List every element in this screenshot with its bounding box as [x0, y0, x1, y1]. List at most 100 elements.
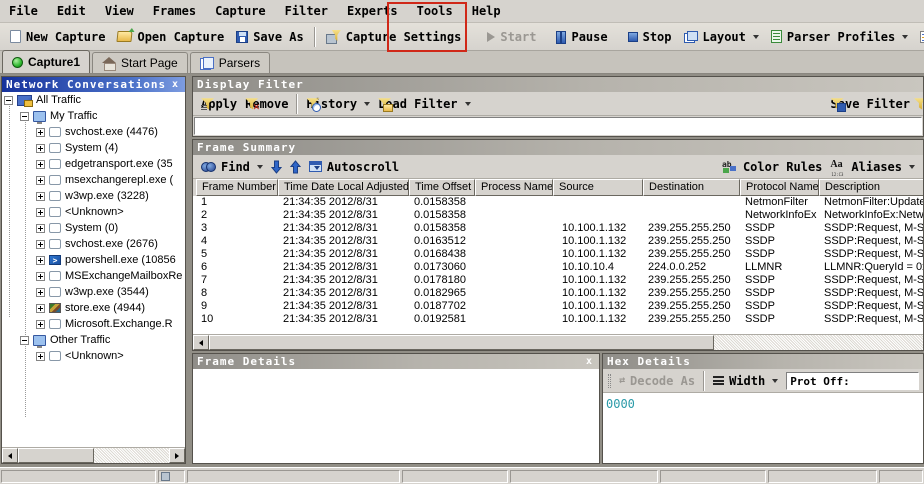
minus-expander-icon[interactable]	[20, 336, 29, 345]
tree-item[interactable]: w3wp.exe (3544)	[2, 284, 185, 300]
close-icon[interactable]: x	[170, 79, 181, 90]
frame-row[interactable]: 621:34:35 2012/8/310.017306010.10.10.422…	[196, 261, 923, 274]
tree-item[interactable]: store.exe (4944)	[2, 300, 185, 316]
frame-row[interactable]: 521:34:35 2012/8/310.016843810.100.1.132…	[196, 248, 923, 261]
plus-expander-icon[interactable]	[36, 288, 45, 297]
remove-filter-button[interactable]: Remove	[241, 95, 292, 113]
frame-summary-horizontal-scrollbar[interactable]	[193, 334, 923, 350]
scroll-thumb[interactable]	[209, 335, 714, 350]
save-as-button[interactable]: Save As	[230, 27, 310, 47]
autoscroll-button[interactable]: Autoscroll	[305, 158, 403, 176]
frame-row[interactable]: 921:34:35 2012/8/310.018770210.100.1.132…	[196, 300, 923, 313]
plus-expander-icon[interactable]	[36, 176, 45, 185]
column-header-protocol-name[interactable]: Protocol Name	[740, 179, 819, 196]
menu-view[interactable]: View	[99, 1, 140, 21]
pause-button[interactable]: Pause	[550, 27, 613, 47]
load-filter-button[interactable]: Load Filter	[374, 95, 474, 113]
save-filter-button[interactable]: Save Filter	[827, 95, 914, 113]
tab-parsers[interactable]: Parsers	[190, 52, 270, 73]
tree-item[interactable]: edgetransport.exe (35	[2, 156, 185, 172]
frame-row[interactable]: 821:34:35 2012/8/310.018296510.100.1.132…	[196, 287, 923, 300]
column-header-frame-number[interactable]: Frame Number	[196, 179, 278, 196]
apply-filter-button[interactable]: Apply	[197, 95, 241, 113]
scroll-left-button[interactable]	[193, 335, 209, 350]
menu-file[interactable]: File	[3, 1, 44, 21]
plus-expander-icon[interactable]	[36, 240, 45, 249]
plus-expander-icon[interactable]	[36, 208, 45, 217]
find-previous-button[interactable]	[286, 158, 305, 176]
plus-expander-icon[interactable]	[36, 192, 45, 201]
tree-item[interactable]: powershell.exe (10856	[2, 252, 185, 268]
frame-row[interactable]: 221:34:35 2012/8/310.0158358NetworkInfoE…	[196, 209, 923, 222]
plus-expander-icon[interactable]	[36, 272, 45, 281]
aliases-button[interactable]: Aliases	[826, 158, 919, 176]
scroll-track[interactable]	[714, 335, 923, 350]
tree-item[interactable]: System (4)	[2, 140, 185, 156]
width-button[interactable]: Width	[709, 372, 782, 390]
tree-item[interactable]: All Traffic	[2, 92, 185, 108]
column-header-time-offset[interactable]: Time Offset	[409, 179, 475, 196]
plus-expander-icon[interactable]	[36, 128, 45, 137]
tree-item[interactable]: svchost.exe (2676)	[2, 236, 185, 252]
tab-start-page[interactable]: Start Page	[92, 52, 188, 73]
column-header-process-name[interactable]: Process Name	[475, 179, 553, 196]
history-button[interactable]: History	[302, 95, 374, 113]
menu-capture[interactable]: Capture	[209, 1, 272, 21]
tree-item[interactable]: <Unknown>	[2, 204, 185, 220]
plus-expander-icon[interactable]	[36, 304, 45, 313]
options-button[interactable]: Options	[914, 27, 924, 47]
capture-settings-button[interactable]: Capture Settings	[320, 27, 468, 47]
frame-row[interactable]: 1021:34:35 2012/8/310.019258110.100.1.13…	[196, 313, 923, 326]
scroll-left-button[interactable]	[2, 448, 18, 463]
find-button[interactable]: Find	[197, 158, 267, 176]
column-header-time-date-local-adjusted[interactable]: Time Date Local Adjusted	[278, 179, 409, 196]
new-capture-button[interactable]: New Capture	[4, 27, 111, 47]
scroll-track[interactable]	[94, 448, 169, 463]
tree-item[interactable]: w3wp.exe (3228)	[2, 188, 185, 204]
open-capture-button[interactable]: Open Capture	[111, 27, 230, 47]
prot-off-field[interactable]: Prot Off:	[786, 372, 919, 390]
decode-as-button[interactable]: ⇄ Decode As	[615, 372, 699, 390]
minus-expander-icon[interactable]	[4, 96, 13, 105]
start-button[interactable]: Start	[481, 27, 542, 47]
tree-item[interactable]: <Unknown>	[2, 348, 185, 364]
menu-edit[interactable]: Edit	[51, 1, 92, 21]
tree-item[interactable]: svchost.exe (4476)	[2, 124, 185, 140]
scroll-right-button[interactable]	[169, 448, 185, 463]
menu-frames[interactable]: Frames	[147, 1, 202, 21]
parser-profiles-button[interactable]: Parser Profiles	[765, 27, 914, 47]
column-header-destination[interactable]: Destination	[643, 179, 740, 196]
menu-filter[interactable]: Filter	[279, 1, 334, 21]
column-header-source[interactable]: Source	[553, 179, 643, 196]
frame-row[interactable]: 721:34:35 2012/8/310.017818010.100.1.132…	[196, 274, 923, 287]
tree-horizontal-scrollbar[interactable]	[2, 447, 185, 463]
frame-row[interactable]: 421:34:35 2012/8/310.016351210.100.1.132…	[196, 235, 923, 248]
plus-expander-icon[interactable]	[36, 320, 45, 329]
plus-expander-icon[interactable]	[36, 224, 45, 233]
stop-button[interactable]: Stop	[622, 27, 678, 47]
plus-expander-icon[interactable]	[36, 256, 45, 265]
tree-item[interactable]: Other Traffic	[2, 332, 185, 348]
tree-item[interactable]: My Traffic	[2, 108, 185, 124]
plus-expander-icon[interactable]	[36, 144, 45, 153]
color-rules-button[interactable]: Color Rules	[718, 158, 826, 176]
frame-row[interactable]: 121:34:35 2012/8/310.0158358NetmonFilter…	[196, 196, 923, 209]
plus-expander-icon[interactable]	[36, 352, 45, 361]
menu-help[interactable]: Help	[466, 1, 507, 21]
column-header-description[interactable]: Description	[819, 179, 924, 196]
tree-item[interactable]: msexchangerepl.exe (	[2, 172, 185, 188]
plus-expander-icon[interactable]	[36, 160, 45, 169]
find-next-button[interactable]	[267, 158, 286, 176]
layout-button[interactable]: Layout	[678, 27, 765, 47]
minus-expander-icon[interactable]	[20, 112, 29, 121]
tree-item[interactable]: Microsoft.Exchange.R	[2, 316, 185, 332]
scroll-thumb[interactable]	[18, 448, 94, 463]
tree-item[interactable]: System (0)	[2, 220, 185, 236]
frame-row[interactable]: 321:34:35 2012/8/310.015835810.100.1.132…	[196, 222, 923, 235]
menu-tools[interactable]: Tools	[411, 1, 459, 21]
display-filter-input[interactable]	[194, 117, 922, 135]
menu-experts[interactable]: Experts	[341, 1, 404, 21]
close-icon[interactable]: x	[584, 356, 595, 367]
tree-item[interactable]: MSExchangeMailboxRe	[2, 268, 185, 284]
tab-capture1[interactable]: Capture1	[2, 50, 90, 73]
